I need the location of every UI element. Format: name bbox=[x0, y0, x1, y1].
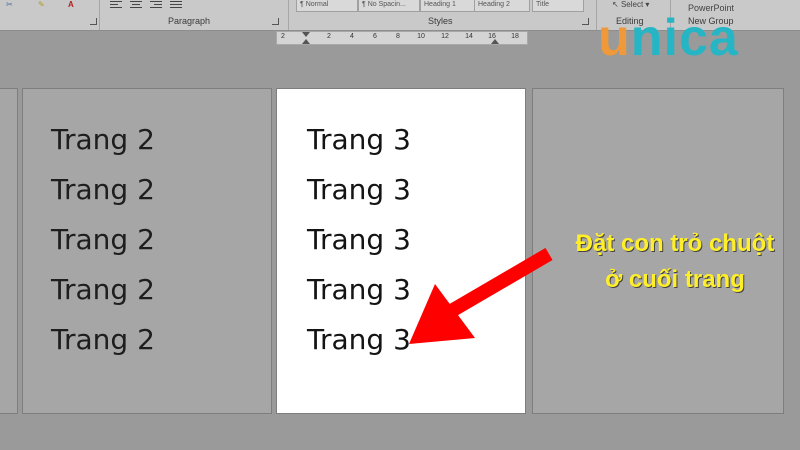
ruler-tick-label: 18 bbox=[511, 33, 519, 40]
styles-launcher-icon[interactable] bbox=[582, 18, 589, 25]
page-2-line: Trang 2 bbox=[51, 273, 155, 306]
red-arrow-icon bbox=[409, 248, 553, 344]
ruler-tick-label: 4 bbox=[350, 33, 354, 40]
style-title[interactable]: Title bbox=[532, 0, 584, 12]
page-3-line[interactable]: Trang 3 bbox=[307, 323, 411, 356]
logo-letter-u: u bbox=[598, 9, 631, 67]
ribbon-group-styles-label: Styles bbox=[428, 16, 453, 26]
ruler-tick-label: 12 bbox=[441, 33, 449, 40]
ribbon-group-paragraph-label: Paragraph bbox=[168, 16, 211, 26]
font-launcher-icon[interactable] bbox=[90, 18, 97, 25]
ribbon-separator bbox=[596, 0, 597, 30]
page-2-line: Trang 2 bbox=[51, 323, 155, 356]
ruler-tick-label: 2 bbox=[281, 33, 285, 40]
select-cursor-icon: ↖ bbox=[612, 0, 619, 9]
ruler-tick-label: 8 bbox=[396, 33, 400, 40]
ruler-tick-label: 6 bbox=[373, 33, 377, 40]
page-3-line[interactable]: Trang 3 bbox=[307, 273, 411, 306]
ruler-tick-label: 10 bbox=[417, 33, 425, 40]
right-indent-marker[interactable] bbox=[491, 39, 499, 44]
align-right-icon[interactable] bbox=[150, 1, 162, 9]
page-2-line: Trang 2 bbox=[51, 223, 155, 256]
annotation-line-1: Đặt con trỏ chuột bbox=[575, 230, 775, 257]
align-center-icon[interactable] bbox=[130, 1, 142, 9]
style-no-spacing[interactable]: ¶ No Spacin... bbox=[358, 0, 420, 12]
font-color-icon[interactable]: A bbox=[68, 0, 74, 9]
ribbon-separator bbox=[99, 0, 100, 30]
horizontal-ruler[interactable]: 2 2 4 6 8 10 12 14 16 18 bbox=[276, 31, 528, 45]
ruler-tick-label: 14 bbox=[465, 33, 473, 40]
page-2-line: Trang 2 bbox=[51, 123, 155, 156]
page-2-line: Trang 2 bbox=[51, 173, 155, 206]
logo-letters-nica: nica bbox=[630, 9, 739, 67]
page-2: Trang 2 Trang 2 Trang 2 Trang 2 Trang 2 bbox=[22, 88, 272, 414]
ribbon-separator bbox=[288, 0, 289, 30]
page-partial-left bbox=[0, 88, 18, 414]
annotation-line-2: ở cuối trang bbox=[605, 266, 745, 293]
highlight-icon[interactable]: ✎ bbox=[38, 0, 45, 9]
annotation-callout: Đặt con trỏ chuột ở cuối trang bbox=[555, 226, 795, 298]
first-line-indent-marker[interactable] bbox=[302, 32, 310, 37]
hanging-indent-marker[interactable] bbox=[302, 39, 310, 44]
page-3-line[interactable]: Trang 3 bbox=[307, 123, 411, 156]
style-normal[interactable]: ¶ Normal bbox=[296, 0, 358, 12]
ruler-tick-label: 2 bbox=[327, 33, 331, 40]
style-heading-1[interactable]: Heading 1 bbox=[420, 0, 476, 12]
select-label: Select bbox=[620, 0, 644, 9]
paragraph-launcher-icon[interactable] bbox=[272, 18, 279, 25]
page-3-line[interactable]: Trang 3 bbox=[307, 223, 411, 256]
clear-format-icon[interactable]: ✂ bbox=[6, 0, 13, 9]
select-button[interactable]: ↖ Select ▾ bbox=[612, 0, 649, 9]
style-heading-2[interactable]: Heading 2 bbox=[474, 0, 530, 12]
justify-icon[interactable] bbox=[170, 1, 182, 9]
chevron-down-icon: ▾ bbox=[645, 0, 650, 9]
page-3-line[interactable]: Trang 3 bbox=[307, 173, 411, 206]
align-left-icon[interactable] bbox=[110, 1, 122, 9]
unica-logo: unica bbox=[598, 12, 739, 64]
